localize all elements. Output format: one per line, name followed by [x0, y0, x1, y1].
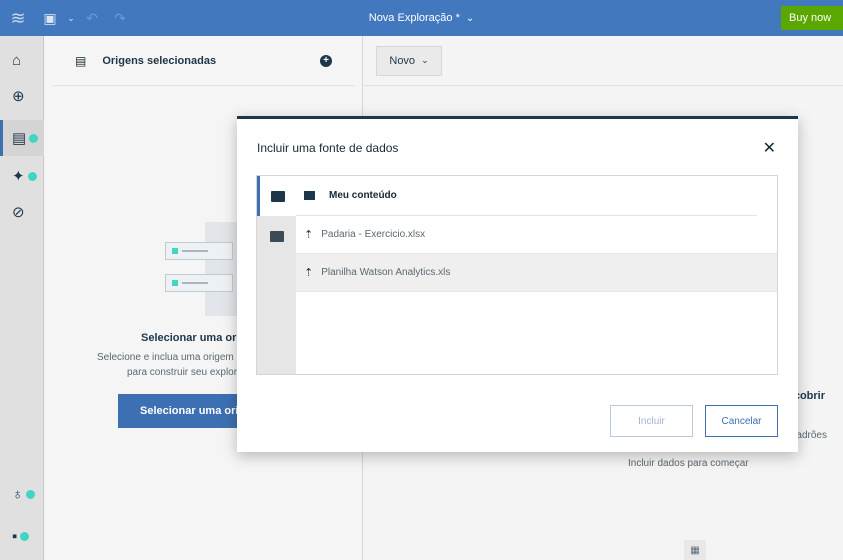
save-icon[interactable]: ▣ [36, 0, 64, 36]
redo-icon[interactable]: ↷ [106, 0, 134, 36]
shared-content-icon[interactable] [257, 216, 296, 256]
file-name: Padaria - Exercicio.xlsx [321, 229, 426, 240]
user-icon: ♁ [12, 485, 24, 503]
breadcrumb-label[interactable]: Meu conteúdo [329, 190, 397, 201]
sources-header-label: Origens selecionadas [102, 54, 217, 67]
add-data-hint: Incluir dados para começar [628, 458, 749, 469]
list-item[interactable]: ⇡ Padaria - Exercicio.xlsx [296, 216, 777, 254]
home-icon[interactable]: ⌂ [0, 42, 44, 78]
my-content-icon[interactable] [257, 176, 296, 216]
status-dot [27, 171, 37, 181]
exploration-title-label[interactable]: Nova Exploração * [369, 12, 460, 24]
top-bar: ≋ ▣ ⌄ ↶ ↷ Nova Exploração * ⌄ Buy now [0, 0, 843, 36]
sources-header: ▤ Origens selecionadas + [53, 36, 354, 86]
rail-item-pin[interactable]: ✦ [0, 158, 44, 194]
data-table-icon[interactable]: ▦ [684, 540, 706, 560]
folder-icon [304, 191, 315, 200]
file-name: Planilha Watson Analytics.xls [321, 267, 451, 278]
browser-rail [257, 176, 296, 374]
source-browser: Meu conteúdo ⇡ Padaria - Exercicio.xlsx … [256, 175, 778, 375]
rail-item-add[interactable]: ▪ [0, 518, 44, 554]
status-dot [29, 133, 39, 143]
breadcrumb: Meu conteúdo [296, 176, 757, 216]
pin-icon: ✦ [12, 168, 25, 185]
buy-now-button[interactable]: Buy now [781, 6, 843, 30]
save-menu-chevron-icon[interactable]: ⌄ [64, 0, 78, 36]
chevron-down-icon: ⌄ [421, 55, 429, 65]
add-box-icon: ▪ [12, 527, 18, 545]
close-icon[interactable]: ✕ [763, 138, 776, 158]
cancel-button[interactable]: Cancelar [705, 405, 778, 437]
file-list: Meu conteúdo ⇡ Padaria - Exercicio.xlsx … [296, 176, 777, 292]
add-data-source-dialog: Incluir uma fonte de dados ✕ Meu conteúd… [237, 116, 798, 452]
title-chevron-icon[interactable]: ⌄ [466, 13, 474, 24]
sources-icon: ▤ [12, 130, 27, 147]
rail-item-user[interactable]: ♁ [0, 476, 44, 512]
canvas-toolbar: Novo ⌄ [364, 36, 843, 86]
add-source-icon[interactable]: + [320, 54, 332, 67]
upload-file-icon: ⇡ [304, 267, 314, 279]
table-icon: ▤ [75, 53, 87, 68]
undo-icon[interactable]: ↶ [78, 0, 106, 36]
status-dot [26, 489, 36, 499]
dialog-header: Incluir uma fonte de dados ✕ [237, 119, 798, 177]
list-item[interactable]: ⇡ Planilha Watson Analytics.xls [296, 254, 777, 292]
navigation-icon[interactable]: ⊕ [0, 78, 44, 114]
include-button[interactable]: Incluir [610, 405, 693, 437]
dialog-footer: Incluir Cancelar [237, 405, 798, 437]
app-menu-icon[interactable]: ≋ [0, 0, 36, 36]
assistant-icon[interactable]: ⊘ [0, 194, 44, 230]
upload-file-icon: ⇡ [304, 229, 314, 241]
new-dropdown-label: Novo [389, 54, 416, 67]
rail-item-sources[interactable]: ▤ [0, 120, 44, 156]
new-dropdown-button[interactable]: Novo ⌄ [376, 45, 442, 76]
left-rail: ⌂ ⊕ ▤ ✦ ⊘ ♁ ▪ [0, 36, 44, 560]
status-dot [20, 531, 30, 541]
dialog-title: Incluir uma fonte de dados [257, 141, 399, 155]
